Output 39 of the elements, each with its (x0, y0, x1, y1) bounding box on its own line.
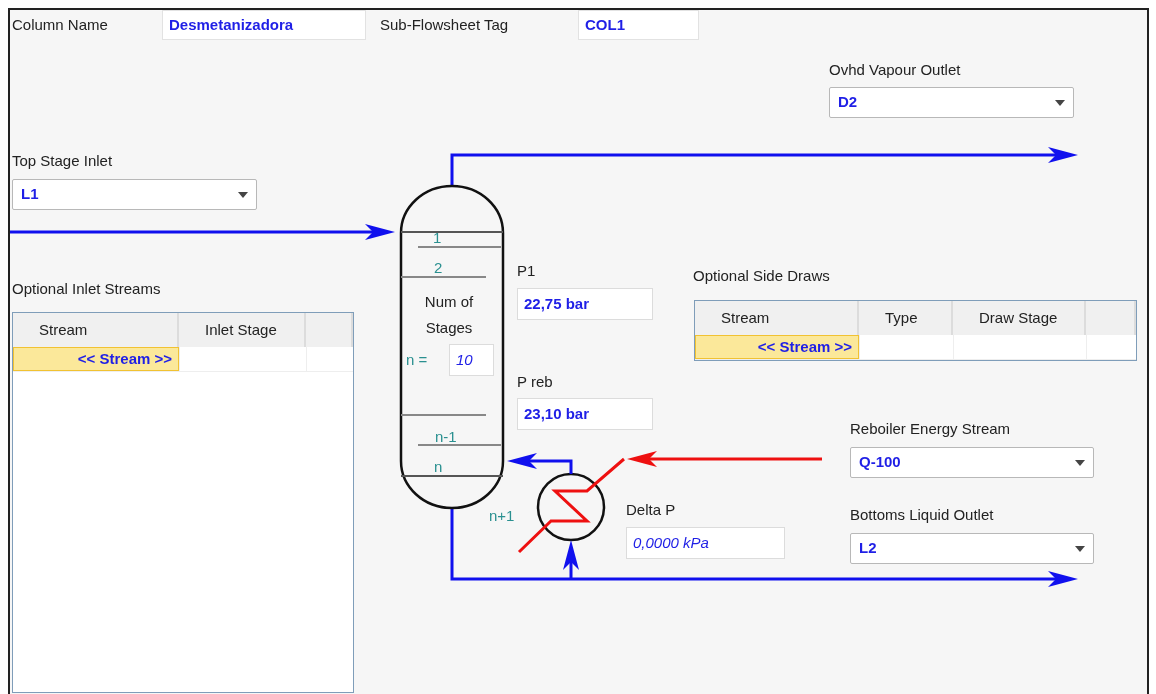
stage-number: n-1 (435, 427, 457, 447)
field-label: Ovhd Vapour Outlet (829, 60, 961, 80)
stage-number: n+1 (489, 506, 515, 526)
stage-number: 1 (433, 228, 442, 248)
dropdown[interactable]: Q-100 (850, 447, 1094, 478)
field-label: P1 (517, 261, 536, 281)
caret-icon (238, 191, 248, 198)
table-cell[interactable]: << Stream >> (695, 335, 859, 359)
stage-number: n (434, 457, 443, 477)
column-header: Inlet Stage (179, 313, 306, 347)
boilup-stream-arrow (507, 453, 573, 474)
caret-icon (1075, 459, 1085, 466)
field-label: Delta P (626, 500, 676, 520)
table-cell[interactable]: << Stream >> (13, 347, 179, 371)
field-label: Optional Side Draws (693, 266, 830, 286)
input-field[interactable]: 0,0000 kPa (626, 527, 785, 559)
caret-icon (1055, 99, 1065, 106)
dropdown[interactable]: D2 (829, 87, 1074, 118)
input-field[interactable]: Desmetanizadora (162, 10, 366, 40)
input-field[interactable]: COL1 (578, 10, 699, 40)
field-label: Column Name (11, 14, 109, 35)
dropdown[interactable]: L1 (12, 179, 257, 210)
field-label: Optional Inlet Streams (12, 279, 161, 299)
input-field[interactable]: 23,10 bar (517, 398, 653, 430)
dropdown[interactable]: L2 (850, 533, 1094, 564)
field-label: Sub-Flowsheet Tag (379, 14, 510, 35)
num-stages-label: Num of Stages (423, 292, 475, 338)
field-label: P reb (517, 372, 553, 392)
field-label: Reboiler Energy Stream (850, 419, 1011, 439)
column-header: Type (859, 301, 953, 335)
field-label: Top Stage Inlet (12, 151, 113, 171)
column-header: Draw Stage (953, 301, 1086, 335)
input-field[interactable]: 22,75 bar (517, 288, 653, 320)
n-label: n = (406, 350, 428, 370)
caret-icon (1075, 545, 1085, 552)
reboiler-feed-arrow (563, 540, 579, 579)
field-label: Bottoms Liquid Outlet (850, 505, 994, 525)
stages-field[interactable]: 10 (449, 344, 494, 376)
stage-number: 2 (434, 258, 443, 278)
